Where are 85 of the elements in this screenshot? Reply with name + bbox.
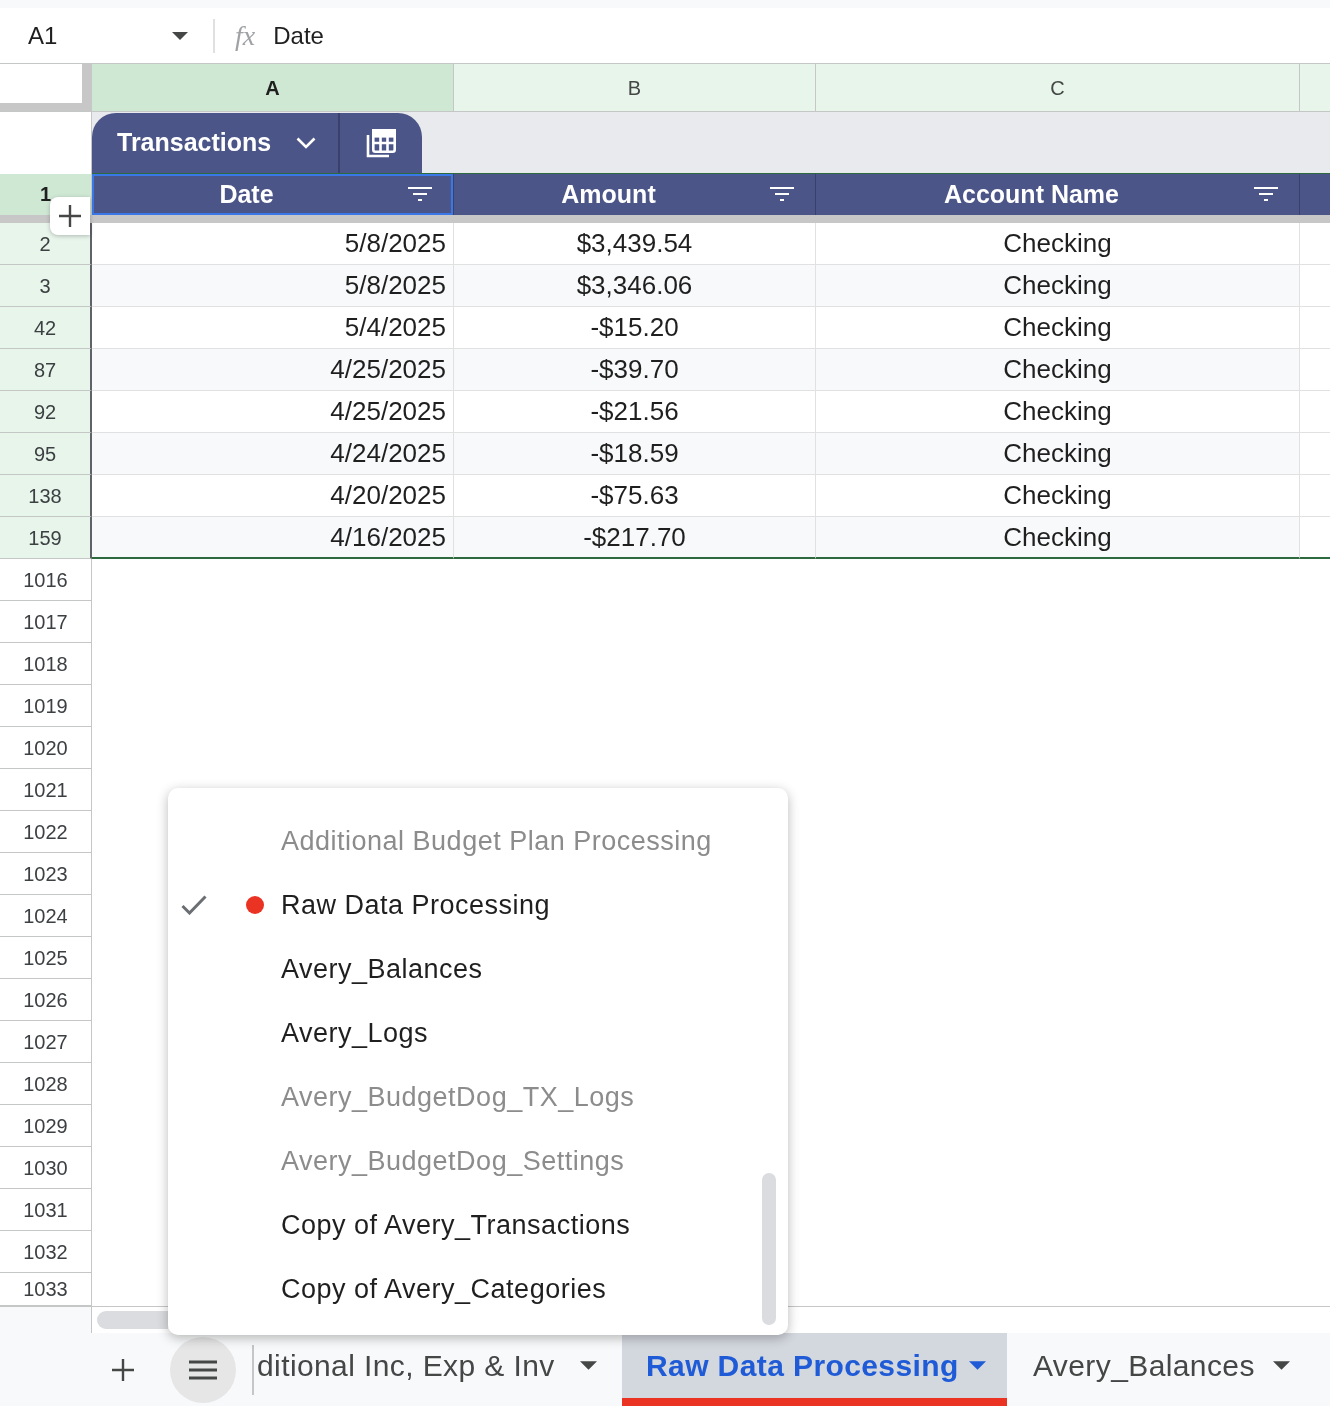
row-number[interactable]: 1024 bbox=[0, 895, 92, 937]
sheet-tab[interactable]: Avery_Balances bbox=[1007, 1333, 1330, 1406]
table-cell: 5/8/2025 bbox=[92, 223, 454, 265]
table-cell: 4/20/2025 bbox=[92, 475, 454, 517]
function-label: fx bbox=[235, 18, 256, 53]
row-number[interactable]: 1031 bbox=[0, 1189, 92, 1231]
name-box[interactable]: A1 bbox=[14, 15, 200, 56]
row-number[interactable]: 3 bbox=[0, 265, 92, 307]
table-cell: Checking bbox=[816, 517, 1300, 559]
table-cell: 4/24/2025 bbox=[92, 433, 454, 475]
table-cell: $3,346.06 bbox=[454, 265, 816, 307]
table-header-cell[interactable]: Amount bbox=[454, 174, 816, 215]
table-cell: Checking bbox=[816, 349, 1300, 391]
table-cell: 4/25/2025 bbox=[92, 391, 454, 433]
table-grid-icon bbox=[365, 127, 397, 159]
column-title: Date bbox=[219, 178, 274, 210]
row-number[interactable]: 1029 bbox=[0, 1105, 92, 1147]
row-number[interactable]: 1030 bbox=[0, 1147, 92, 1189]
row-number[interactable]: 1016 bbox=[0, 559, 92, 601]
row-number[interactable]: 1018 bbox=[0, 643, 92, 685]
row-number[interactable]: 1020 bbox=[0, 727, 92, 769]
table-cell: $3,439.54 bbox=[454, 223, 816, 265]
row-number[interactable]: 95 bbox=[0, 433, 92, 475]
formula-field[interactable]: Date bbox=[273, 15, 1330, 56]
table-cell: Checking bbox=[816, 265, 1300, 307]
sheet-tab[interactable]: ditional Inc, Exp & Inv bbox=[254, 1333, 612, 1406]
sheet-menu-item[interactable]: Copy of Avery_Transactions bbox=[168, 1193, 788, 1257]
row-number[interactable]: 138 bbox=[0, 475, 92, 517]
row-number[interactable]: 87 bbox=[0, 349, 92, 391]
row-number[interactable]: 1019 bbox=[0, 685, 92, 727]
chevron-down-icon bbox=[296, 137, 317, 149]
table-cell: 4/25/2025 bbox=[92, 349, 454, 391]
column-header[interactable]: A bbox=[92, 64, 454, 111]
caret-down-icon bbox=[1273, 1361, 1290, 1370]
table-cell: 4/16/2025 bbox=[92, 517, 454, 559]
row-number[interactable]: 1033 bbox=[0, 1273, 92, 1306]
table-cell: Checking bbox=[816, 433, 1300, 475]
plus-icon bbox=[59, 205, 81, 227]
caret-down-icon bbox=[172, 31, 188, 40]
scrollbar-thumb[interactable] bbox=[97, 1311, 168, 1329]
table-cell: Checking bbox=[816, 475, 1300, 517]
row-number[interactable]: 1027 bbox=[0, 1021, 92, 1063]
row-number[interactable]: 1017 bbox=[0, 601, 92, 643]
row-number[interactable]: 1025 bbox=[0, 937, 92, 979]
sheet-tab[interactable]: Raw Data Processing bbox=[622, 1333, 1007, 1406]
row-number[interactable]: 92 bbox=[0, 391, 92, 433]
table-cell: -$75.63 bbox=[454, 475, 816, 517]
table-cell: -$217.70 bbox=[454, 517, 816, 559]
table-cell: 5/8/2025 bbox=[92, 265, 454, 307]
plus-icon bbox=[112, 1358, 134, 1381]
column-title: Account Name bbox=[943, 178, 1119, 210]
row-number[interactable]: 1026 bbox=[0, 979, 92, 1021]
column-title: Amount bbox=[561, 178, 656, 210]
row-number[interactable]: 1021 bbox=[0, 769, 92, 811]
add-row-popup[interactable] bbox=[50, 197, 90, 235]
table-cell: Checking bbox=[816, 391, 1300, 433]
row-number[interactable]: 159 bbox=[0, 517, 92, 559]
table-cell: -$21.56 bbox=[454, 391, 816, 433]
table-cell: Checking bbox=[816, 307, 1300, 349]
row-number[interactable]: 1023 bbox=[0, 853, 92, 895]
table-cell: -$15.20 bbox=[454, 307, 816, 349]
sheet-menu-item[interactable]: Avery_Logs bbox=[168, 1001, 788, 1065]
sheet-menu-item[interactable]: Raw Data Processing bbox=[168, 873, 788, 937]
table-cell: -$39.70 bbox=[454, 349, 816, 391]
column-header[interactable]: B bbox=[454, 64, 816, 111]
row-number[interactable]: 1028 bbox=[0, 1063, 92, 1105]
row-number[interactable]: 1022 bbox=[0, 811, 92, 853]
menu-icon bbox=[189, 1359, 217, 1380]
row-number[interactable]: 42 bbox=[0, 307, 92, 349]
table-header-cell[interactable]: Account Name bbox=[816, 174, 1300, 215]
table-cell: Checking bbox=[816, 223, 1300, 265]
table-header-cell[interactable]: Date bbox=[92, 174, 454, 215]
filter-icon[interactable] bbox=[770, 187, 794, 201]
table-cell: 5/4/2025 bbox=[92, 307, 454, 349]
menu-scrollbar-thumb[interactable] bbox=[762, 1173, 776, 1325]
row-number[interactable]: 1032 bbox=[0, 1231, 92, 1273]
caret-down-icon bbox=[580, 1361, 597, 1370]
filter-icon[interactable] bbox=[1254, 187, 1278, 201]
filter-icon[interactable] bbox=[408, 187, 432, 201]
column-header[interactable]: C bbox=[816, 64, 1300, 111]
table-header-cell[interactable] bbox=[1300, 174, 1330, 215]
sheet-menu-item[interactable]: Copy of Avery_Categories bbox=[168, 1257, 788, 1321]
caret-down-icon bbox=[969, 1361, 986, 1370]
table-cell: -$18.59 bbox=[454, 433, 816, 475]
sheet-menu-item[interactable]: Avery_Balances bbox=[168, 937, 788, 1001]
